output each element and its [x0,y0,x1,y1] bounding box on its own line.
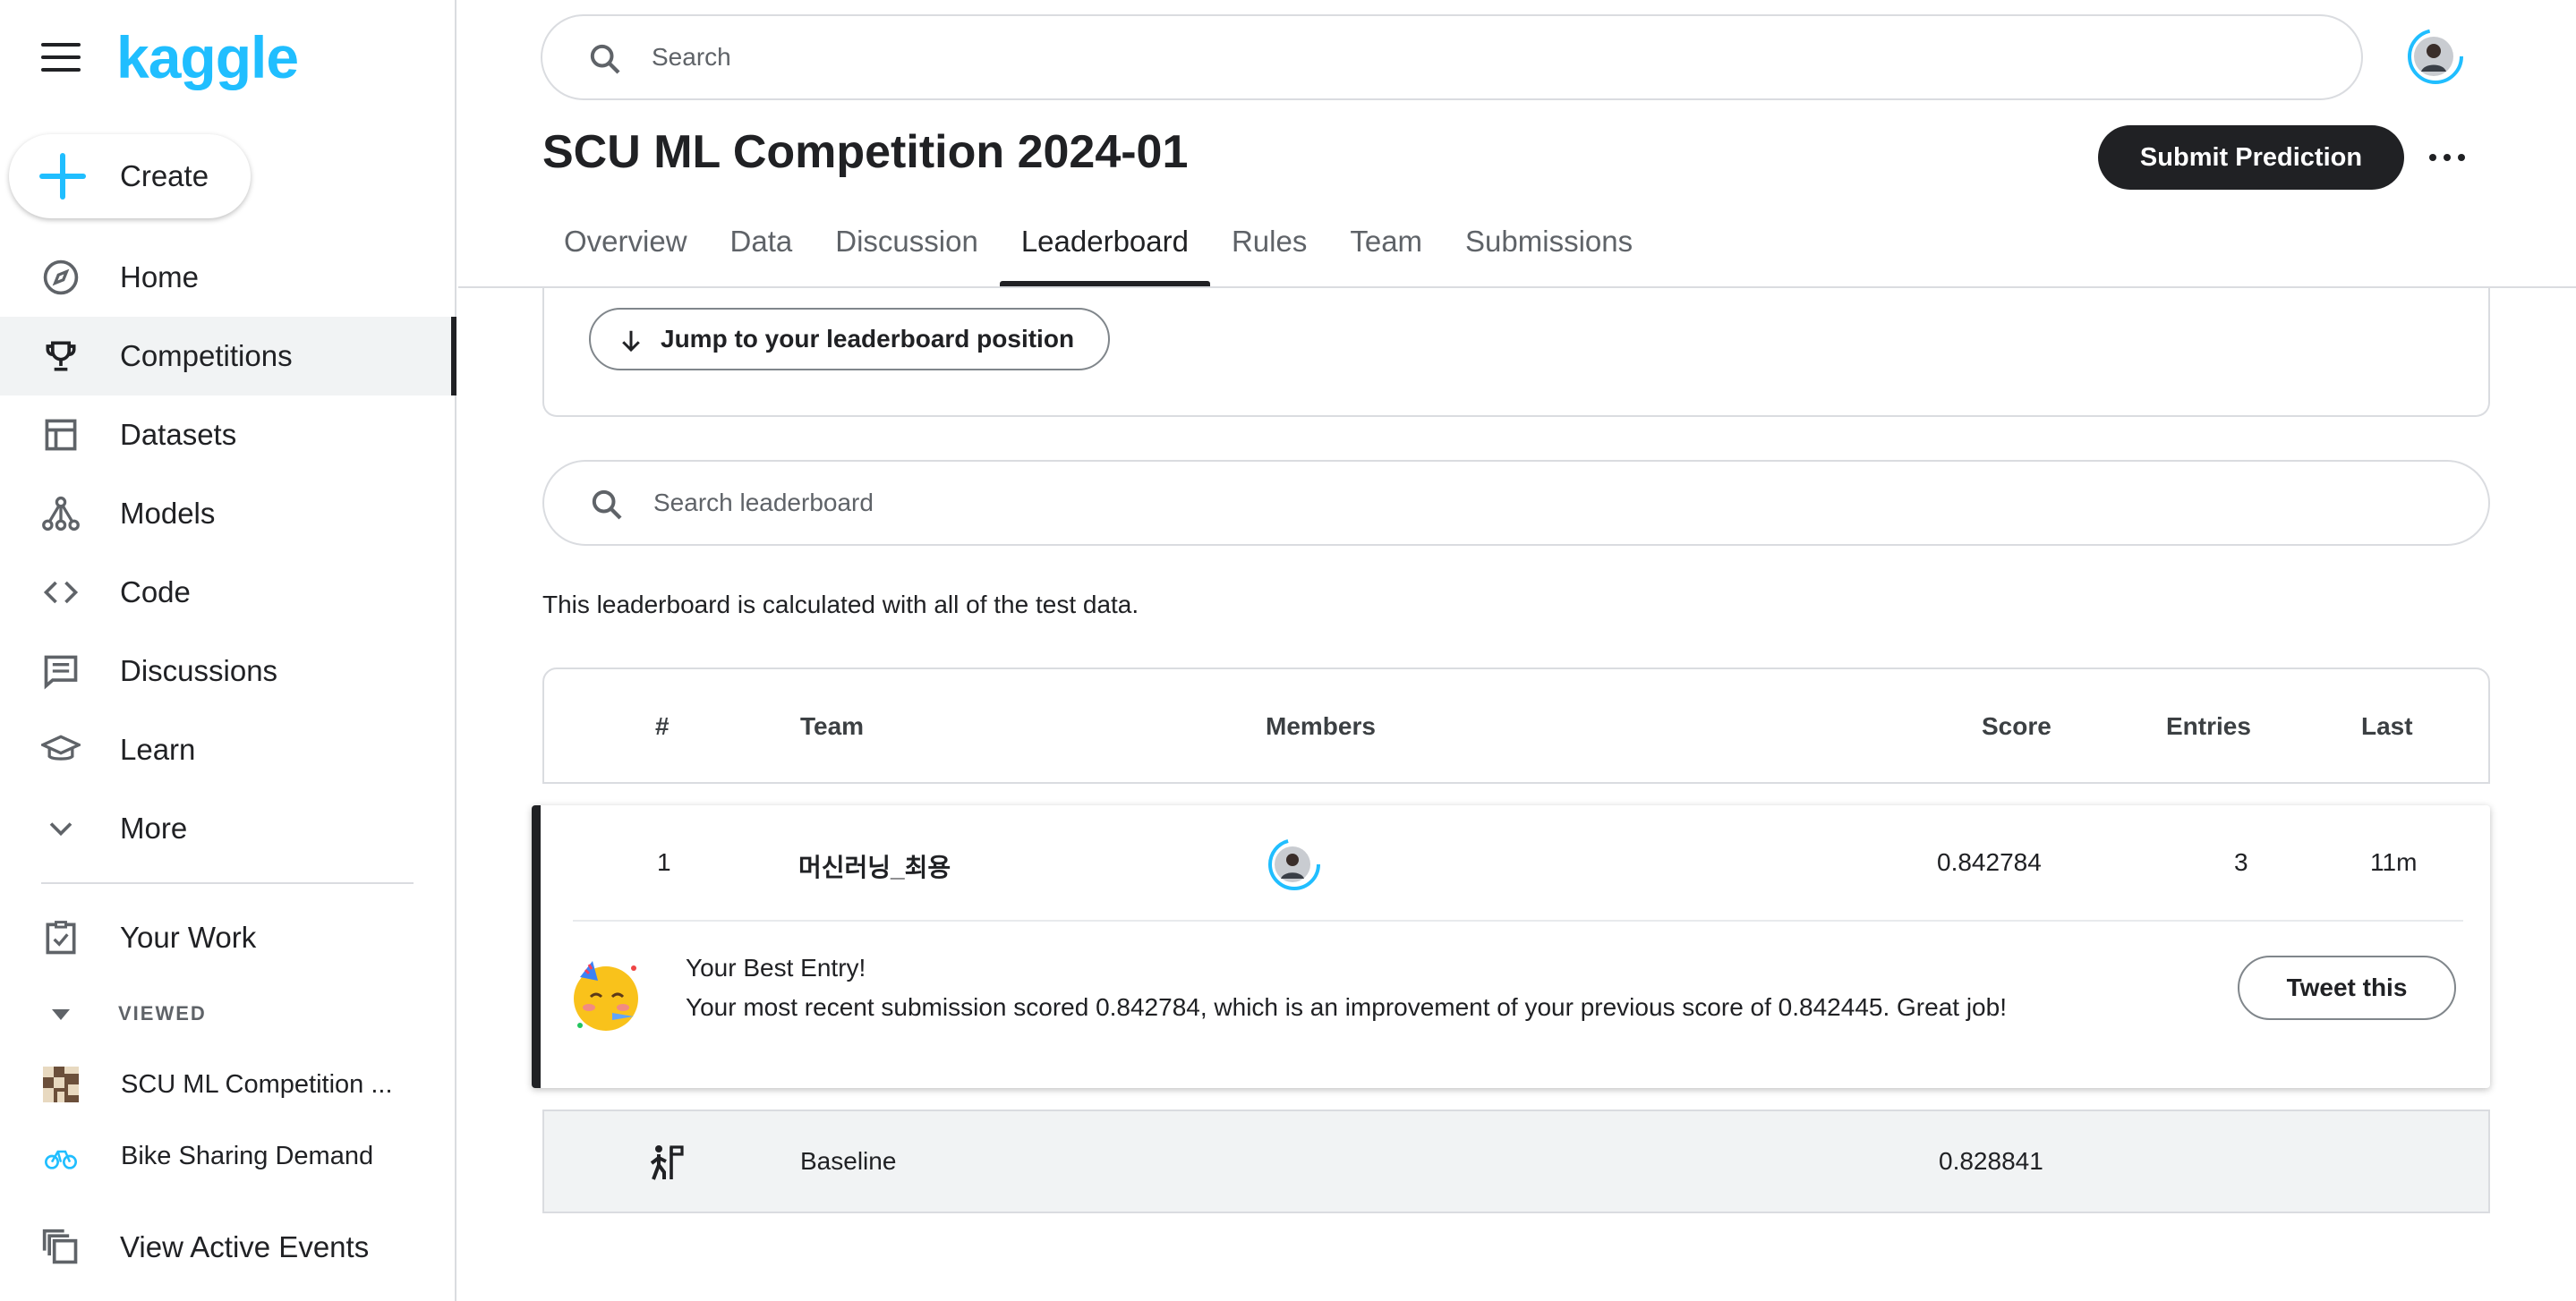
sidebar-item-datasets[interactable]: Datasets [0,395,455,474]
create-button[interactable]: Create [9,134,251,218]
arrow-down-icon [618,327,644,359]
best-entry-message: Your most recent submission scored 0.842… [686,993,2007,1021]
search-icon [589,487,625,527]
row-team[interactable]: 머신러닝_최용 [798,848,951,884]
chevron-down-icon [41,809,81,848]
column-score[interactable]: Score [1982,712,2051,741]
more-options-icon[interactable] [2429,147,2465,168]
row-entries: 3 [2234,848,2248,876]
clipboard-icon [41,918,81,957]
baseline-score: 0.828841 [1939,1147,2043,1175]
column-entries[interactable]: Entries [2166,712,2251,741]
tab-rules[interactable]: Rules [1210,215,1328,286]
leaderboard-table-header: # Team Members Score Entries Last [542,668,2490,784]
sidebar-item-label: Datasets [120,418,237,451]
row-divider [573,920,2463,922]
sidebar-item-discussions[interactable]: Discussions [0,632,455,710]
sidebar-item-label: Home [120,260,200,293]
tab-overview[interactable]: Overview [542,215,709,286]
submit-prediction-button[interactable]: Submit Prediction [2098,125,2404,190]
column-members[interactable]: Members [1266,712,1376,741]
tab-discussion[interactable]: Discussion [814,215,1000,286]
table-row[interactable]: 1 머신러닝_최용 0.842784 3 11m Your Best Entry… [532,805,2490,1088]
tab-data[interactable]: Data [709,215,815,286]
sidebar-item-label: More [120,812,188,845]
menu-icon[interactable] [41,43,81,72]
sidebar-item-your-work[interactable]: Your Work [0,898,455,977]
row-score: 0.842784 [1937,848,2042,876]
search-icon [587,41,623,81]
viewed-item-label: SCU ML Competition ... [121,1069,393,1099]
leaderboard-note: This leaderboard is calculated with all … [542,591,1139,618]
leaderboard-search-input[interactable]: Search leaderboard [653,489,874,517]
models-icon [41,494,81,533]
column-last[interactable]: Last [2361,712,2413,741]
sidebar-item-models[interactable]: Models [0,474,455,553]
leaderboard-header-card: Jump to your leaderboard position [542,288,2490,417]
baseline-row: Baseline 0.828841 [542,1110,2490,1213]
school-icon [41,730,81,770]
sidebar-item-label: Models [120,497,216,530]
column-rank[interactable]: # [655,712,670,741]
tab-leaderboard[interactable]: Leaderboard [999,215,1211,286]
kaggle-logo[interactable]: kaggle [116,23,299,91]
search-input[interactable]: Search [652,43,731,72]
row-last: 11m [2370,848,2418,876]
create-label: Create [120,159,209,192]
competition-thumbnail-icon [43,1067,79,1102]
leaderboard-search[interactable]: Search leaderboard [542,460,2490,546]
discussion-icon [41,651,81,691]
party-face-icon [567,957,644,1034]
viewed-heading: VIEWED [118,1002,207,1025]
caret-down-icon[interactable] [52,1009,70,1020]
table-icon [41,415,81,455]
sidebar-item-more[interactable]: More [0,789,455,868]
layers-icon [41,1228,81,1267]
tab-team[interactable]: Team [1328,215,1444,286]
baseline-team: Baseline [800,1147,897,1175]
code-icon [41,573,81,612]
competition-tabs: Overview Data Discussion Leaderboard Rul… [542,215,1654,286]
viewed-item[interactable]: SCU ML Competition ... [0,1049,455,1120]
sidebar-item-label: Code [120,575,191,608]
sidebar-item-home[interactable]: Home [0,238,455,317]
plus-icon [39,153,86,200]
jump-to-position-button[interactable]: Jump to your leaderboard position [589,308,1110,370]
trophy-icon [41,336,81,376]
sidebar-item-active-events[interactable]: View Active Events [0,1208,455,1287]
sidebar-item-label: Competitions [120,339,293,372]
avatar[interactable] [2406,27,2465,86]
best-entry-title: Your Best Entry! [686,954,866,982]
tweet-button[interactable]: Tweet this [2238,956,2456,1020]
compass-icon [41,258,81,297]
sidebar-item-learn[interactable]: Learn [0,710,455,789]
jump-button-label: Jump to your leaderboard position [661,325,1075,353]
page-title: SCU ML Competition 2024-01 [542,126,1189,178]
tab-submissions[interactable]: Submissions [1444,215,1654,286]
member-avatar[interactable] [1267,838,1321,891]
viewed-item-label: Bike Sharing Demand [121,1141,374,1170]
sidebar-item-label: Your Work [120,921,257,954]
sidebar-item-label: Learn [120,733,196,766]
sidebar-item-label: Discussions [120,654,278,687]
bike-icon [43,1138,79,1174]
sidebar-item-label: View Active Events [120,1230,370,1263]
search-bar[interactable]: Search [541,14,2363,100]
column-team[interactable]: Team [800,712,864,741]
sidebar: kaggle Create Home Competitions Datasets… [0,0,456,1301]
sidebar-item-code[interactable]: Code [0,553,455,632]
viewed-item[interactable]: Bike Sharing Demand [0,1120,455,1192]
baseline-icon [644,1142,687,1185]
sidebar-item-competitions[interactable]: Competitions [0,317,456,395]
row-rank: 1 [657,848,671,876]
sidebar-divider [41,882,414,884]
